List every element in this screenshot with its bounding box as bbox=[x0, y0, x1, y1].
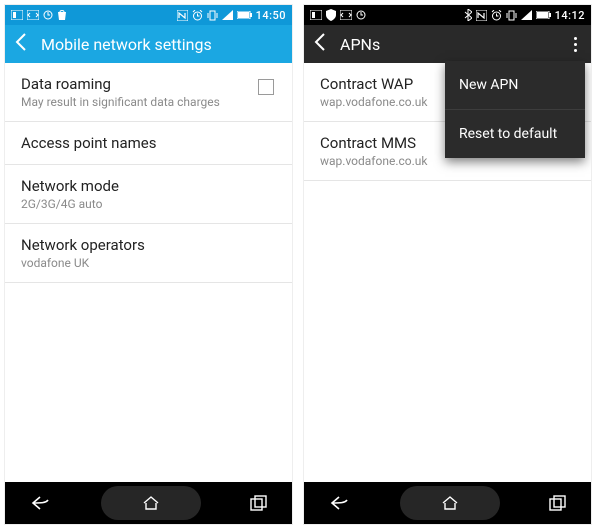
row-title: Data roaming bbox=[21, 75, 276, 93]
nfc-icon bbox=[476, 10, 487, 21]
nfc-icon bbox=[177, 10, 188, 21]
signal-icon bbox=[222, 10, 233, 20]
page-title: APNs bbox=[340, 35, 380, 54]
nav-home-button[interactable] bbox=[400, 486, 500, 520]
dev-icon bbox=[340, 10, 352, 20]
vibrate-icon bbox=[207, 10, 218, 21]
nav-back-button[interactable] bbox=[30, 495, 52, 511]
row-subtitle: May result in significant data charges bbox=[21, 95, 276, 109]
nav-back-button[interactable] bbox=[329, 495, 351, 511]
sync-icon bbox=[356, 10, 366, 20]
shopping-icon bbox=[57, 9, 67, 21]
app-bar: Mobile network settings bbox=[5, 25, 292, 63]
row-subtitle: 2G/3G/4G auto bbox=[21, 197, 276, 211]
row-title: Network operators bbox=[21, 236, 276, 254]
alarm-icon bbox=[491, 10, 502, 21]
row-network-mode[interactable]: Network mode 2G/3G/4G auto bbox=[5, 165, 292, 224]
status-bar: 14:12 bbox=[304, 5, 591, 25]
alarm-icon bbox=[192, 10, 203, 21]
status-bar: 14:50 bbox=[5, 5, 292, 25]
row-network-operators[interactable]: Network operators vodafone UK bbox=[5, 224, 292, 283]
phone-left: 14:50 Mobile network settings Data roami… bbox=[4, 4, 293, 525]
overflow-dropdown: New APN Reset to default bbox=[445, 61, 585, 158]
battery-saver-icon bbox=[11, 10, 23, 20]
menu-reset-default[interactable]: Reset to default bbox=[445, 110, 585, 158]
signal-icon bbox=[521, 10, 532, 20]
back-button[interactable] bbox=[15, 33, 27, 55]
status-time: 14:12 bbox=[555, 9, 585, 22]
battery-saver-icon bbox=[310, 10, 322, 20]
menu-new-apn[interactable]: New APN bbox=[445, 61, 585, 109]
row-apn[interactable]: Access point names bbox=[5, 122, 292, 165]
row-data-roaming[interactable]: Data roaming May result in significant d… bbox=[5, 63, 292, 122]
vibrate-icon bbox=[506, 10, 517, 21]
page-title: Mobile network settings bbox=[41, 35, 212, 54]
bluetooth-icon bbox=[464, 9, 472, 21]
nav-bar bbox=[5, 482, 292, 524]
nav-bar bbox=[304, 482, 591, 524]
nav-home-button[interactable] bbox=[101, 486, 201, 520]
row-subtitle: vodafone UK bbox=[21, 256, 276, 270]
overflow-menu-button[interactable] bbox=[570, 33, 581, 56]
sync-icon bbox=[43, 10, 53, 20]
data-roaming-checkbox[interactable] bbox=[258, 79, 274, 95]
nav-recent-button[interactable] bbox=[549, 495, 567, 511]
back-button[interactable] bbox=[314, 33, 326, 55]
dev-icon bbox=[27, 10, 39, 20]
status-time: 14:50 bbox=[256, 9, 286, 22]
phone-right: 14:12 APNs Contract WAP wap.vodafone.co.… bbox=[303, 4, 592, 525]
row-title: Network mode bbox=[21, 177, 276, 195]
battery-icon bbox=[237, 11, 252, 19]
app-bar: APNs bbox=[304, 25, 591, 63]
battery-icon bbox=[536, 11, 551, 19]
shield-icon bbox=[326, 9, 336, 21]
row-title: Access point names bbox=[21, 134, 276, 152]
nav-recent-button[interactable] bbox=[250, 495, 268, 511]
settings-list: Data roaming May result in significant d… bbox=[5, 63, 292, 283]
